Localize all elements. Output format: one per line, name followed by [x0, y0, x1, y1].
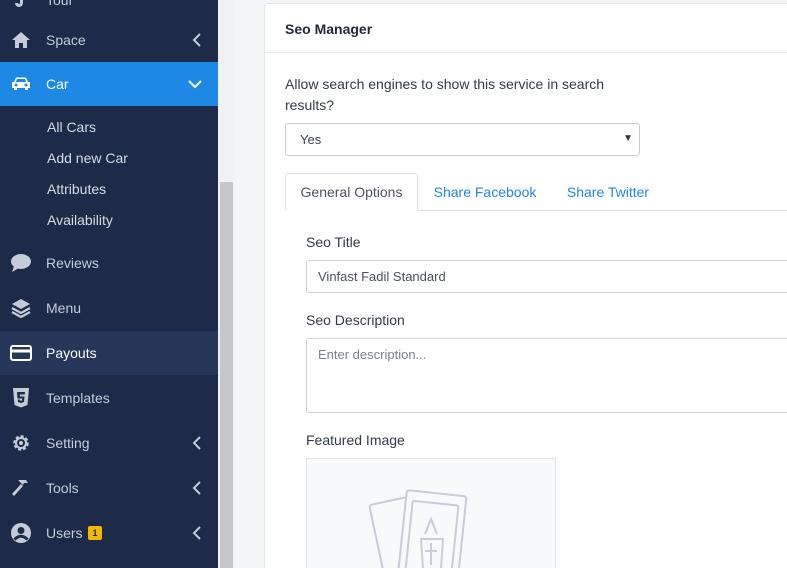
sidebar-item-label: Car: [46, 76, 69, 92]
tour-icon: [10, 0, 32, 11]
hammer-icon: [10, 477, 32, 499]
seo-description-textarea[interactable]: Enter description...: [306, 338, 787, 413]
chevron-left-icon: [192, 481, 201, 495]
caret-down-icon: ▼: [623, 133, 633, 144]
sidebar-item-templates[interactable]: Templates: [0, 376, 218, 420]
allow-search-select[interactable]: Yes ▼: [285, 123, 640, 156]
layers-icon: [10, 297, 32, 319]
submenu-attributes[interactable]: Attributes: [47, 181, 106, 197]
chevron-left-icon: [192, 436, 201, 450]
sidebar-item-label: Users: [46, 525, 83, 541]
comment-icon: [10, 252, 32, 274]
seo-description-label: Seo Description: [306, 312, 405, 328]
sidebar-item-label: Setting: [46, 435, 90, 451]
sidebar-item-label: Payouts: [46, 345, 97, 361]
seo-title-input[interactable]: Vinfast Fadil Standard: [306, 260, 787, 293]
submenu-availability[interactable]: Availability: [47, 212, 113, 228]
chevron-left-icon: [192, 33, 201, 47]
allow-search-label: Allow search engines to show this servic…: [285, 76, 605, 113]
sidebar-item-label: Reviews: [46, 255, 99, 271]
html5-icon: [10, 387, 32, 409]
users-icon: [10, 522, 32, 544]
sidebar-item-space[interactable]: Space: [0, 18, 218, 62]
tab-general-options[interactable]: General Options: [285, 173, 418, 211]
sidebar-item-tools[interactable]: Tools: [0, 466, 218, 510]
sidebar-item-payouts[interactable]: Payouts: [0, 331, 218, 375]
sidebar-item-car[interactable]: Car: [0, 62, 218, 106]
submenu-add-new-car[interactable]: Add new Car: [47, 150, 128, 166]
chevron-down-icon: [188, 80, 202, 89]
notification-badge: 1: [88, 526, 102, 540]
sidebar-item-reviews[interactable]: Reviews: [0, 241, 218, 285]
seo-title-value: Vinfast Fadil Standard: [318, 269, 446, 284]
sidebar-item-label: Tools: [46, 480, 79, 496]
submenu-all-cars[interactable]: All Cars: [47, 119, 96, 135]
sidebar-item-label: Space: [46, 32, 86, 48]
tab-share-twitter[interactable]: Share Twitter: [552, 173, 664, 211]
tab-share-facebook[interactable]: Share Facebook: [420, 173, 550, 211]
sidebar-item-users[interactable]: Users 1: [0, 511, 218, 555]
sidebar-scrollbar-thumb[interactable]: [220, 182, 233, 568]
featured-image-placeholder[interactable]: [306, 458, 556, 568]
select-value: Yes: [300, 132, 322, 147]
card-title: Seo Manager: [285, 21, 373, 37]
credit-card-icon: [10, 342, 32, 364]
seo-title-label: Seo Title: [306, 234, 361, 250]
gear-icon: [10, 432, 32, 454]
image-placeholder-icon: [368, 489, 468, 568]
car-icon: [10, 73, 32, 95]
sidebar-item-setting[interactable]: Setting: [0, 421, 218, 465]
seo-description-placeholder: Enter description...: [318, 347, 427, 362]
chevron-left-icon: [192, 526, 201, 540]
sidebar-item-label: Menu: [46, 300, 82, 316]
sidebar-item-menu[interactable]: Menu: [0, 286, 218, 330]
sidebar-item-label: Templates: [46, 390, 110, 406]
sidebar-item-label: Tour: [46, 0, 74, 8]
featured-image-label: Featured Image: [306, 432, 405, 448]
card-header: Seo Manager: [265, 4, 787, 53]
sidebar: Tour Space Car All Cars Add new Car Attr…: [0, 0, 218, 568]
home-icon: [10, 29, 32, 51]
